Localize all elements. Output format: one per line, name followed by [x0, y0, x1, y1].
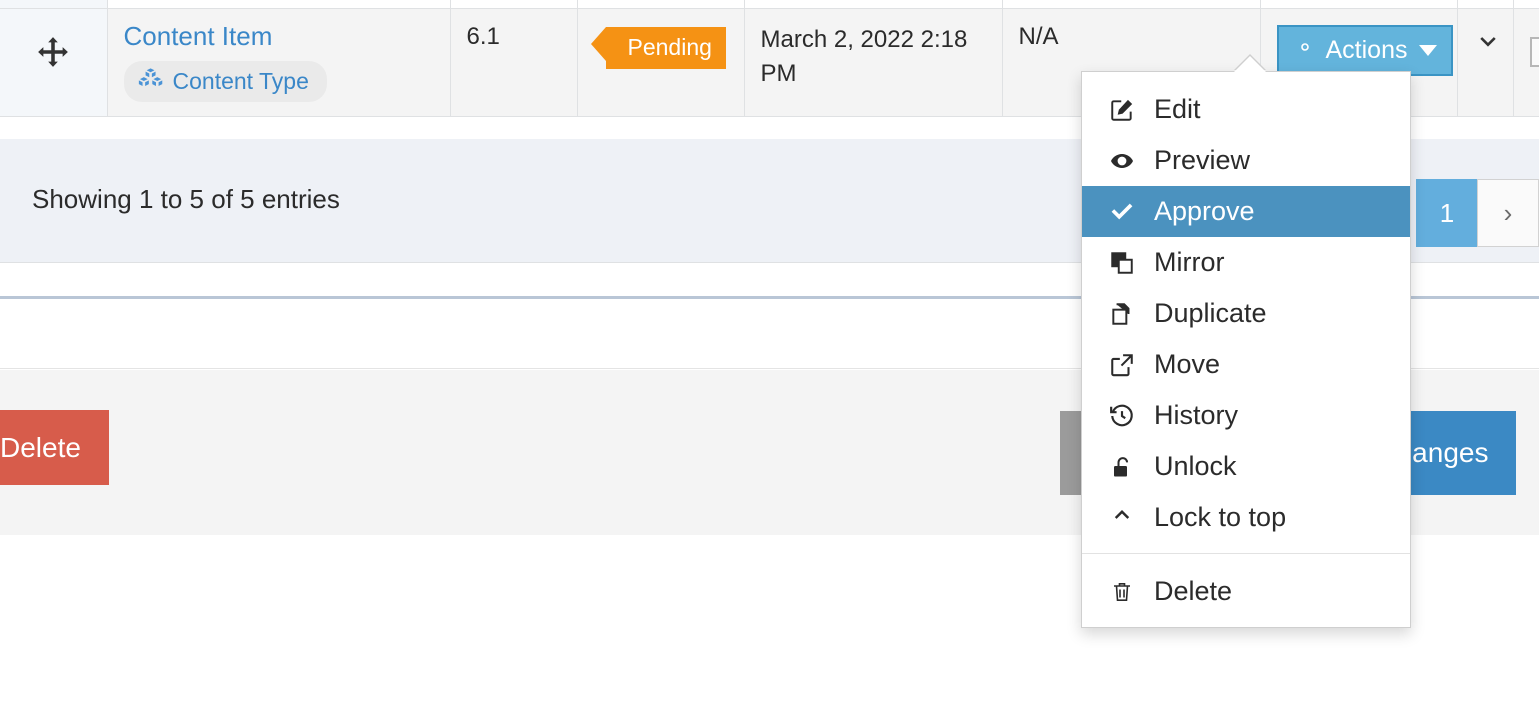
menu-separator [1082, 553, 1410, 554]
pencil-square-icon [1108, 97, 1136, 123]
menu-item-label: Lock to top [1154, 502, 1287, 532]
menu-item-edit[interactable]: Edit [1082, 84, 1410, 135]
actions-button[interactable]: Actions [1276, 24, 1454, 76]
table-row-divider [0, 0, 1539, 9]
content-type-label: Content Type [172, 67, 309, 94]
menu-item-label: History [1154, 400, 1239, 430]
menu-item-delete[interactable]: Delete [1082, 566, 1410, 617]
menu-item-lock-to-top[interactable]: Lock to top [1082, 492, 1410, 543]
arrow-up-icon [1108, 504, 1136, 532]
delete-button[interactable]: Delete [0, 410, 109, 485]
pagination-next-button[interactable]: › [1477, 179, 1539, 247]
pagination-page-1[interactable]: 1 [1416, 179, 1478, 247]
menu-item-duplicate[interactable]: Duplicate [1082, 288, 1410, 339]
unlock-icon [1108, 454, 1136, 480]
menu-item-label: Approve [1154, 196, 1255, 226]
menu-item-history[interactable]: History [1082, 390, 1410, 441]
content-type-badge[interactable]: Content Type [123, 60, 327, 102]
status-cell: Pending [577, 7, 745, 117]
row-checkbox[interactable] [1529, 36, 1539, 67]
delete-button-label: Delete [0, 431, 81, 463]
history-icon [1108, 403, 1136, 429]
actions-dropdown-menu: Edit Preview Approve Mirror Duplicate Mo… [1081, 56, 1411, 628]
version-cell: 6.1 [450, 7, 578, 117]
arrow-down-icon[interactable] [1474, 25, 1502, 59]
gear-icon [1293, 35, 1317, 66]
menu-item-label: Move [1154, 349, 1221, 379]
menu-item-label: Duplicate [1154, 298, 1267, 328]
mirror-icon [1108, 250, 1136, 276]
menu-item-mirror[interactable]: Mirror [1082, 237, 1410, 288]
chevron-down-icon [1419, 44, 1438, 56]
pagination: 1 › [1416, 179, 1539, 247]
sort-cell[interactable] [1457, 7, 1514, 117]
menu-item-preview[interactable]: Preview [1082, 135, 1410, 186]
check-icon [1108, 200, 1136, 224]
trash-icon [1108, 579, 1136, 605]
content-item-link[interactable]: Content Item [124, 22, 434, 50]
dropdown-caret-icon [1234, 56, 1266, 72]
menu-item-label: Delete [1154, 576, 1233, 606]
title-cell: Content Item Content Type [107, 7, 451, 117]
copy-icon [1108, 301, 1136, 327]
cubes-icon [138, 67, 164, 96]
date-cell: March 2, 2022 2:18 PM [744, 7, 1003, 117]
arrows-move-icon[interactable] [36, 35, 70, 76]
eye-icon [1108, 149, 1136, 173]
menu-item-move[interactable]: Move [1082, 339, 1410, 390]
menu-item-approve[interactable]: Approve [1082, 186, 1410, 237]
menu-item-label: Unlock [1154, 451, 1237, 481]
menu-item-unlock[interactable]: Unlock [1082, 441, 1410, 492]
entries-info: Showing 1 to 5 of 5 entries [32, 184, 340, 214]
actions-button-label: Actions [1325, 35, 1408, 64]
select-cell[interactable] [1513, 7, 1539, 117]
drag-handle-cell[interactable] [0, 7, 108, 117]
external-link-icon [1108, 352, 1136, 378]
menu-item-label: Mirror [1154, 247, 1225, 277]
status-badge: Pending [590, 26, 726, 69]
menu-item-label: Preview [1154, 145, 1251, 175]
menu-item-label: Edit [1154, 94, 1201, 124]
